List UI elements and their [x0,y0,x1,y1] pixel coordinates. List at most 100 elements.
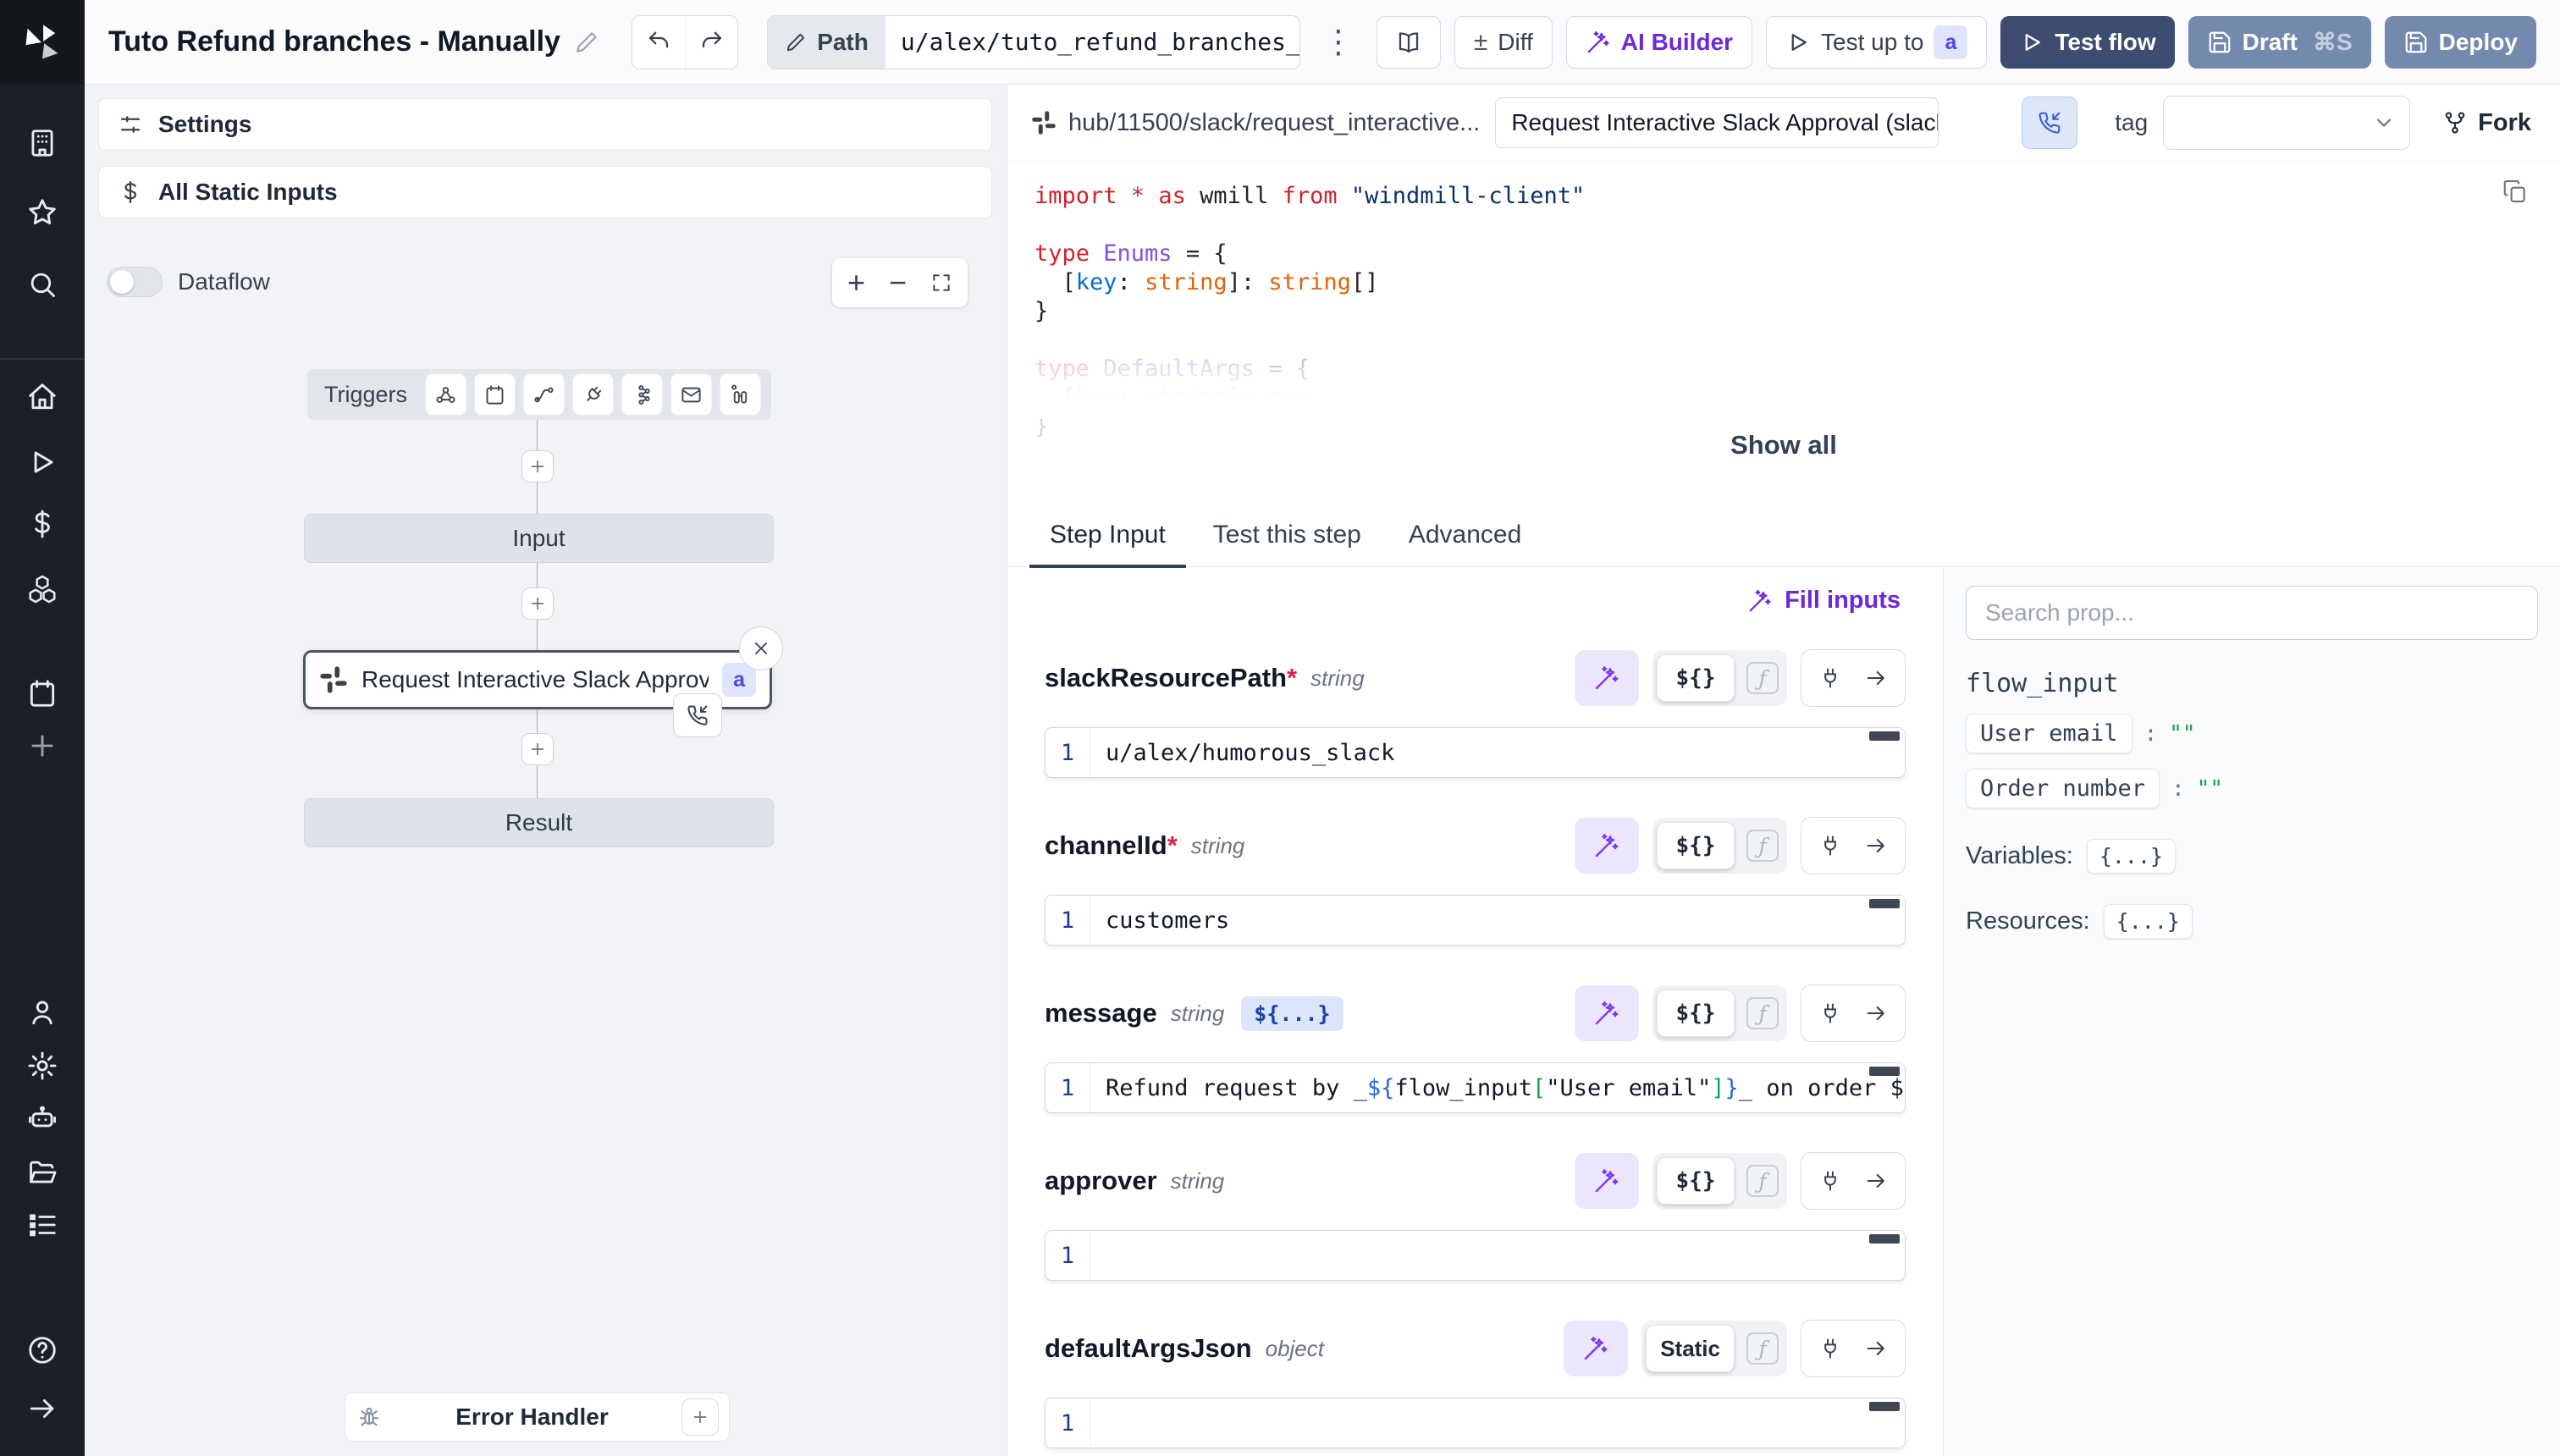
plug-button[interactable] [1818,834,1842,858]
ai-builder-button[interactable]: AI Builder [1566,16,1752,69]
copy-code-button[interactable] [2502,179,2528,204]
workers-icon[interactable] [26,1103,58,1135]
result-node[interactable]: Result [304,798,774,847]
variables-icon[interactable] [26,508,58,540]
input-mode-toggle[interactable]: ${} [1657,822,1735,869]
input-mode-toggle[interactable]: Static [1646,1325,1735,1372]
editor-scrollbar[interactable] [1869,899,1900,908]
flow-settings-button[interactable]: Settings [98,98,992,151]
runs-icon[interactable] [26,446,58,478]
field-editor[interactable]: 1 [1045,1230,1906,1281]
zoom-in-button[interactable]: + [847,265,865,301]
field-editor[interactable]: 1customers [1045,895,1906,946]
insert-arrow-button[interactable] [1864,666,1888,690]
dataflow-toggle[interactable] [107,267,163,297]
add-icon[interactable] [26,730,58,762]
plug-button[interactable] [1818,666,1842,690]
ai-fill-field-button[interactable] [1575,985,1639,1041]
input-mode-toggle[interactable]: ${} [1657,654,1735,702]
resources-icon[interactable] [26,573,58,605]
ai-fill-field-button[interactable] [1575,818,1639,874]
prop-entry[interactable]: User email:"" [1966,714,2538,753]
ai-fill-field-button[interactable] [1575,1153,1639,1209]
prop-key[interactable]: Order number [1966,769,2160,808]
favorites-icon[interactable] [26,196,58,229]
test-up-to-button[interactable]: Test up to a [1766,16,1987,69]
deploy-button[interactable]: Deploy [2385,16,2536,69]
account-icon[interactable] [26,996,58,1029]
input-node[interactable]: Input [304,514,774,563]
fit-view-button[interactable] [930,272,952,294]
suspend-approval-badge[interactable] [673,693,722,737]
function-icon[interactable]: ƒ [1746,1165,1779,1197]
webhook-trigger-icon[interactable] [425,373,466,416]
plug-button[interactable] [1818,1169,1842,1193]
editor-scrollbar[interactable] [1869,1067,1900,1076]
folders-icon[interactable] [26,1156,58,1189]
prop-entry[interactable]: Order number:"" [1966,769,2538,808]
input-mode-toggle[interactable]: ${} [1657,1157,1735,1205]
path-input[interactable]: u/alex/tuto_refund_branches_ [886,16,1299,69]
editor-scrollbar[interactable] [1869,731,1900,741]
field-editor[interactable]: 1Refund request by _${flow_input["User e… [1045,1062,1906,1113]
insert-arrow-button[interactable] [1864,1001,1888,1025]
insert-step-button[interactable] [521,733,554,765]
flow-input-root[interactable]: flow_input [1966,669,2538,698]
field-value[interactable]: customers [1090,907,1905,934]
settings-gear-icon[interactable] [26,1050,58,1082]
remove-step-button[interactable] [739,626,783,670]
ai-fill-field-button[interactable] [1564,1321,1628,1376]
prop-key[interactable]: User email [1966,714,2132,753]
docs-button[interactable] [1377,16,1441,69]
workspace-icon[interactable] [26,127,58,159]
kafka-trigger-icon[interactable] [621,373,663,416]
plug-button[interactable] [1818,1337,1842,1360]
all-static-inputs-button[interactable]: All Static Inputs [98,166,992,218]
test-flow-button[interactable]: Test flow [2000,16,2174,69]
ai-fill-field-button[interactable] [1575,650,1639,706]
logs-icon[interactable] [26,1209,58,1241]
resources-pill[interactable]: {...} [2104,904,2193,939]
suspend-settings-button[interactable] [2022,97,2077,149]
error-handler-node[interactable]: Error Handler [345,1393,730,1442]
function-icon[interactable]: ƒ [1746,1332,1779,1365]
editor-scrollbar[interactable] [1869,1234,1900,1244]
schedules-icon[interactable] [26,677,58,709]
variables-pill[interactable]: {...} [2087,839,2176,874]
fill-inputs-button[interactable]: Fill inputs [1742,586,1906,615]
more-menu-button[interactable]: ⋮ [1314,26,1363,58]
expand-sidebar-icon[interactable] [26,1393,58,1425]
path-label[interactable]: Path [768,16,886,69]
insert-step-button[interactable] [521,450,554,483]
code-preview[interactable]: import * as wmill from "windmill-client"… [1007,162,2560,416]
step-name-input[interactable]: Request Interactive Slack Approval (slac… [1495,97,1939,148]
function-icon[interactable]: ƒ [1746,662,1779,694]
email-trigger-icon[interactable] [670,373,712,416]
field-editor[interactable]: 1 [1045,1398,1906,1448]
editor-scrollbar[interactable] [1869,1402,1900,1411]
redo-button[interactable] [685,16,737,69]
insert-arrow-button[interactable] [1864,1337,1888,1360]
resources-row[interactable]: Resources: {...} [1966,904,2538,939]
insert-step-button[interactable] [521,587,554,620]
insert-arrow-button[interactable] [1864,1169,1888,1193]
hub-script-path[interactable]: hub/11500/slack/request_interactive... [1031,109,1480,137]
insert-arrow-button[interactable] [1864,834,1888,858]
function-icon[interactable]: ƒ [1746,997,1779,1029]
schedule-trigger-icon[interactable] [474,373,516,416]
variables-row[interactable]: Variables: {...} [1966,839,2538,874]
draft-button[interactable]: Draft ⌘S [2188,16,2371,69]
http-route-trigger-icon[interactable] [523,373,565,416]
scheduled-poll-trigger-icon[interactable] [720,373,761,416]
edit-title-icon[interactable] [574,30,599,55]
tab-advanced[interactable]: Advanced [1385,521,1545,566]
tab-test-this-step[interactable]: Test this step [1189,521,1385,566]
plug-button[interactable] [1818,1001,1842,1025]
tag-select[interactable] [2163,96,2410,150]
undo-button[interactable] [632,16,685,69]
search-prop-input[interactable] [1966,586,2538,640]
websocket-trigger-icon[interactable] [572,373,614,416]
input-mode-toggle[interactable]: ${} [1657,990,1735,1037]
field-editor[interactable]: 1 u/alex/humorous_slack [1045,727,1906,778]
search-icon[interactable] [26,268,58,301]
